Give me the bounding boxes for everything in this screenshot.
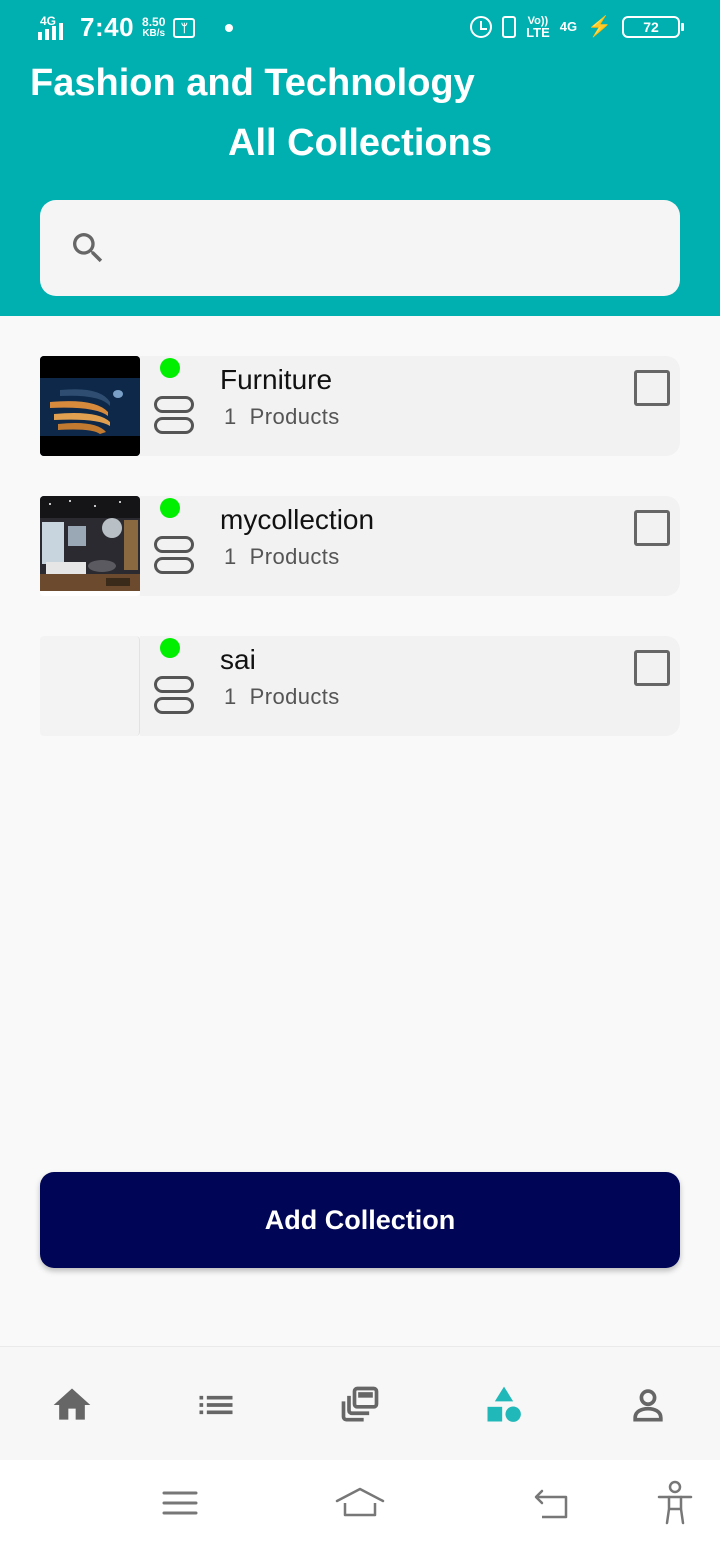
usb-icon: ᛘ — [173, 17, 196, 38]
search-icon — [73, 233, 103, 263]
collection-name: mycollection — [220, 504, 375, 535]
nav-back-button[interactable] — [525, 1478, 575, 1528]
list-icon — [199, 1395, 233, 1415]
back-icon — [534, 1489, 568, 1519]
collection-stack-icon — [154, 676, 194, 714]
nav-menu-button[interactable] — [155, 1478, 205, 1528]
signal-icon: 4G — [38, 14, 72, 42]
collection-stack-icon — [154, 396, 194, 434]
tab-collections[interactable] — [482, 1383, 526, 1427]
gallery-icon — [341, 1386, 379, 1422]
home-icon — [53, 1388, 91, 1420]
active-status-dot — [160, 498, 180, 518]
app-title: Fashion and Technology — [30, 62, 475, 104]
battery-icon: 72 — [622, 15, 684, 38]
collection-checkbox[interactable] — [634, 510, 670, 546]
collection-thumbnail — [40, 496, 140, 596]
alarm-icon — [470, 15, 493, 38]
collection-list: Furniture 1 Products mycollection 1 Prod… — [40, 356, 680, 776]
clock: 7:40 — [80, 12, 135, 42]
network-4g-icon: 4G — [559, 18, 578, 34]
notification-dot — [225, 23, 234, 32]
tab-profile[interactable] — [626, 1383, 670, 1427]
volte-icon: Vo)) LTE — [526, 14, 550, 40]
tab-home[interactable] — [50, 1383, 94, 1427]
shapes-icon — [487, 1386, 521, 1422]
active-status-dot — [160, 358, 180, 378]
collection-item[interactable]: sai 1 Products — [40, 636, 680, 736]
status-bar: 4G 7:40 8.50 KB/s ᛘ Vo)) LTE 4G ⚡ 72 — [0, 0, 720, 56]
vibrate-icon — [502, 15, 517, 38]
collection-checkbox[interactable] — [634, 650, 670, 686]
collection-product-count: 1 Products — [224, 684, 340, 709]
home-outline-icon — [335, 1487, 385, 1517]
collection-checkbox[interactable] — [634, 370, 670, 406]
network-speed: 8.50 KB/s — [142, 14, 166, 39]
collection-thumbnail-placeholder — [40, 636, 140, 736]
active-status-dot — [160, 638, 180, 658]
search-bar[interactable] — [40, 200, 680, 296]
nav-accessibility-button[interactable] — [650, 1478, 700, 1528]
charging-icon: ⚡ — [587, 16, 612, 38]
bottom-tab-bar — [0, 1346, 720, 1460]
collection-stack-icon — [154, 536, 194, 574]
collection-product-count: 1 Products — [224, 544, 340, 569]
battery-level: 72 — [643, 18, 659, 35]
accessibility-icon — [657, 1480, 693, 1525]
collection-item[interactable]: mycollection 1 Products — [40, 496, 680, 596]
add-collection-button[interactable]: Add Collection — [40, 1172, 680, 1268]
tab-gallery[interactable] — [338, 1383, 382, 1427]
collection-name: Furniture — [220, 364, 333, 395]
page-title: All Collections — [228, 122, 492, 164]
tab-list[interactable] — [194, 1383, 238, 1427]
collection-thumbnail — [40, 356, 140, 456]
collection-item[interactable]: Furniture 1 Products — [40, 356, 680, 456]
profile-icon — [633, 1389, 663, 1422]
nav-home-button[interactable] — [335, 1478, 385, 1528]
collection-product-count: 1 Products — [224, 404, 340, 429]
system-navigation-bar — [0, 1460, 720, 1544]
search-input[interactable] — [126, 232, 666, 264]
collection-name: sai — [220, 644, 256, 675]
header: 4G 7:40 8.50 KB/s ᛘ Vo)) LTE 4G ⚡ 72 Fas… — [0, 0, 720, 316]
menu-icon — [162, 1491, 198, 1515]
